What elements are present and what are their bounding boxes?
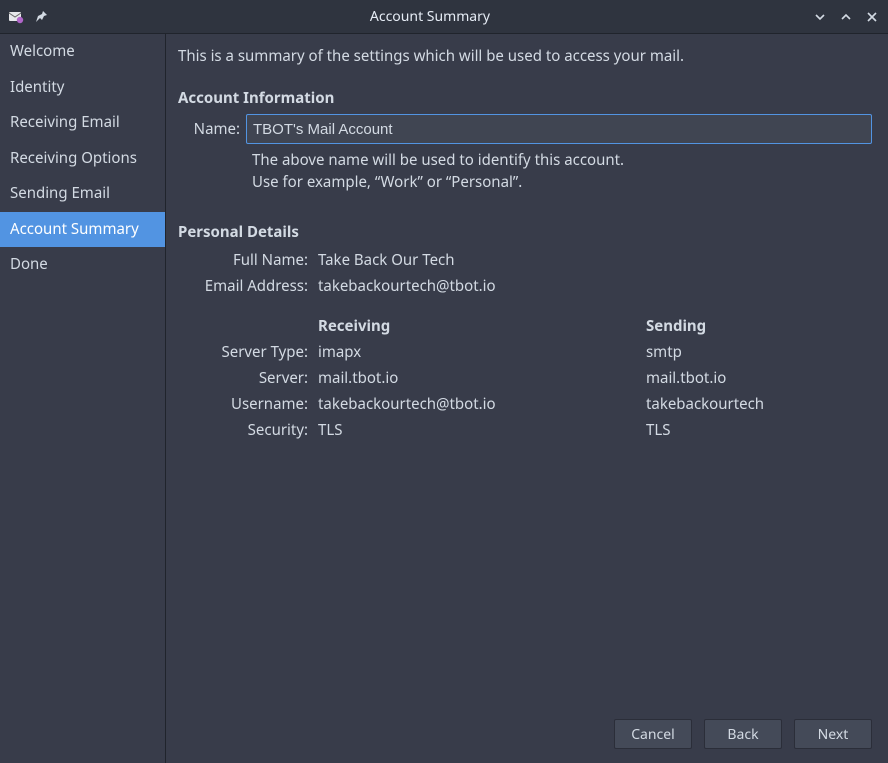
sidebar: Welcome Identity Receiving Email Receivi… xyxy=(0,34,165,763)
sidebar-item-receiving-email[interactable]: Receiving Email xyxy=(0,105,165,141)
sidebar-item-welcome[interactable]: Welcome xyxy=(0,34,165,70)
sidebar-item-done[interactable]: Done xyxy=(0,247,165,283)
button-bar: Cancel Back Next xyxy=(166,709,888,763)
account-name-input[interactable] xyxy=(246,114,872,144)
close-icon[interactable] xyxy=(864,9,880,25)
sidebar-item-receiving-options[interactable]: Receiving Options xyxy=(0,141,165,177)
sidebar-item-sending-email[interactable]: Sending Email xyxy=(0,176,165,212)
cancel-button[interactable]: Cancel xyxy=(614,719,692,749)
minimize-icon[interactable] xyxy=(812,9,828,25)
app-icon xyxy=(8,9,24,25)
server-recv: mail.tbot.io xyxy=(318,368,636,388)
server-type-label: Server Type: xyxy=(178,342,308,362)
account-info-heading: Account Information xyxy=(178,88,872,108)
email-label: Email Address: xyxy=(178,276,308,296)
sidebar-item-identity[interactable]: Identity xyxy=(0,70,165,106)
receiving-header: Receiving xyxy=(318,316,636,336)
name-label: Name: xyxy=(178,119,246,139)
full-name-value: Take Back Our Tech xyxy=(318,250,872,270)
titlebar: Account Summary xyxy=(0,0,888,34)
main-panel: This is a summary of the settings which … xyxy=(165,34,888,763)
maximize-icon[interactable] xyxy=(838,9,854,25)
sending-header: Sending xyxy=(646,316,872,336)
next-button[interactable]: Next xyxy=(794,719,872,749)
pin-icon[interactable] xyxy=(34,10,48,24)
server-type-send: smtp xyxy=(646,342,872,362)
username-recv: takebackourtech@tbot.io xyxy=(318,394,636,414)
security-send: TLS xyxy=(646,420,872,440)
account-name-help-1: The above name will be used to identify … xyxy=(252,150,872,172)
sidebar-item-account-summary[interactable]: Account Summary xyxy=(0,212,165,248)
full-name-label: Full Name: xyxy=(178,250,308,270)
personal-details-heading: Personal Details xyxy=(178,222,872,242)
email-value: takebackourtech@tbot.io xyxy=(318,276,872,296)
username-label: Username: xyxy=(178,394,308,414)
back-button[interactable]: Back xyxy=(704,719,782,749)
server-label: Server: xyxy=(178,368,308,388)
security-label: Security: xyxy=(178,420,308,440)
summary-text: This is a summary of the settings which … xyxy=(178,46,872,66)
username-send: takebackourtech xyxy=(646,394,872,414)
server-type-recv: imapx xyxy=(318,342,636,362)
server-send: mail.tbot.io xyxy=(646,368,872,388)
security-recv: TLS xyxy=(318,420,636,440)
account-name-help-2: Use for example, “Work” or “Personal”. xyxy=(252,172,872,194)
window-title: Account Summary xyxy=(48,7,812,26)
